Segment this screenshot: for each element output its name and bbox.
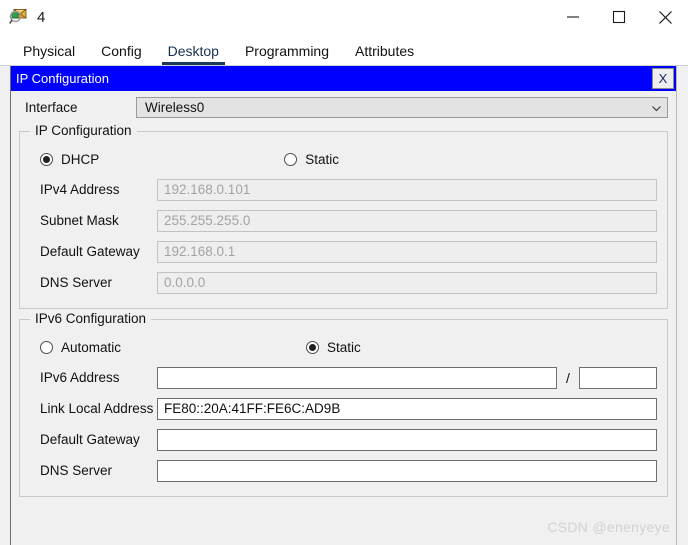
ipv4-address-input[interactable] bbox=[157, 178, 657, 201]
interface-selected-value: Wireless0 bbox=[145, 99, 205, 115]
tabstrip-container: Physical Config Desktop Programming Attr… bbox=[0, 34, 688, 65]
ipv4-static-option[interactable]: Static bbox=[284, 152, 339, 167]
packet-tracer-device-window: 4 Physical Config Desktop Programming At… bbox=[0, 0, 688, 545]
ip-configuration-body: Interface Wireless0 IP Configuration DHC… bbox=[11, 91, 676, 545]
ipv6-gateway-input[interactable] bbox=[157, 428, 657, 451]
desktop-content-area: IP Configuration X Interface Wireless0 I… bbox=[0, 65, 688, 545]
ipv4-subnet-input[interactable] bbox=[157, 209, 657, 232]
window-controls bbox=[550, 0, 688, 34]
ipv4-gateway-input[interactable] bbox=[157, 240, 657, 263]
ipv6-automatic-radio[interactable] bbox=[40, 340, 53, 354]
ipv6-static-radio[interactable] bbox=[306, 340, 320, 354]
chevron-down-icon bbox=[651, 102, 662, 113]
ipv4-dns-row: DNS Server bbox=[30, 267, 657, 298]
ipv6-static-label: Static bbox=[327, 339, 361, 355]
ipv6-address-group: / bbox=[157, 366, 657, 389]
watermark-text: CSDN @enenyeye bbox=[547, 519, 670, 535]
ip-configuration-title: IP Configuration bbox=[16, 71, 109, 86]
ipv4-gateway-row: Default Gateway bbox=[30, 236, 657, 267]
ipv6-configuration-group: IPv6 Configuration Automatic Static IPv6… bbox=[19, 312, 668, 497]
ipv4-address-row: IPv4 Address bbox=[30, 174, 657, 205]
ipv6-link-local-label: Link Local Address bbox=[40, 401, 154, 416]
tab-attributes[interactable]: Attributes bbox=[342, 43, 427, 65]
ipv6-mode-row: Automatic Static bbox=[30, 332, 657, 362]
ipv4-dns-input[interactable] bbox=[157, 271, 657, 294]
close-icon bbox=[658, 10, 672, 24]
ipv6-dns-row: DNS Server bbox=[30, 455, 657, 486]
ipv4-subnet-label: Subnet Mask bbox=[40, 213, 119, 228]
window-titlebar: 4 bbox=[0, 0, 688, 34]
window-title-group: 4 bbox=[0, 7, 45, 27]
ipv6-link-local-row: Link Local Address bbox=[30, 393, 657, 424]
tab-physical[interactable]: Physical bbox=[10, 43, 88, 65]
ipv4-group-legend: IP Configuration bbox=[30, 124, 137, 138]
ipv6-automatic-label: Automatic bbox=[61, 339, 122, 355]
interface-select[interactable]: Wireless0 bbox=[136, 96, 668, 118]
ip-configuration-titlebar: IP Configuration X bbox=[11, 66, 676, 91]
ipv6-dns-label: DNS Server bbox=[40, 463, 113, 478]
interface-row: Interface Wireless0 bbox=[19, 93, 668, 121]
ipv4-mode-row: DHCP Static bbox=[30, 144, 657, 174]
ipv6-automatic-option[interactable]: Automatic bbox=[40, 340, 121, 355]
ipv4-dhcp-radio[interactable] bbox=[40, 152, 53, 166]
ip-configuration-panel: IP Configuration X Interface Wireless0 I… bbox=[11, 66, 676, 545]
maximize-button[interactable] bbox=[596, 0, 642, 34]
ip-configuration-close-button[interactable]: X bbox=[652, 68, 674, 89]
ipv6-dns-input[interactable] bbox=[157, 459, 657, 482]
ipv6-prefix-separator: / bbox=[566, 369, 570, 386]
tabstrip: Physical Config Desktop Programming Attr… bbox=[10, 34, 678, 65]
ipv6-address-label: IPv6 Address bbox=[40, 370, 120, 385]
close-button[interactable] bbox=[642, 0, 688, 34]
minimize-icon bbox=[567, 16, 579, 18]
ipv6-group-legend: IPv6 Configuration bbox=[30, 312, 152, 326]
ipv4-static-label: Static bbox=[305, 151, 340, 167]
ipv4-dhcp-label: DHCP bbox=[61, 151, 100, 167]
tab-programming[interactable]: Programming bbox=[232, 43, 342, 65]
window-title-text: 4 bbox=[37, 8, 46, 26]
content-left-rail bbox=[0, 66, 11, 545]
ipv4-configuration-group: IP Configuration DHCP Static IPv4 Addres… bbox=[19, 124, 668, 309]
inspect-magnifier-icon bbox=[9, 7, 29, 27]
ipv6-address-row: IPv6 Address / bbox=[30, 362, 657, 393]
ipv6-link-local-input[interactable] bbox=[157, 397, 657, 420]
ipv4-static-radio[interactable] bbox=[284, 152, 298, 166]
tab-desktop[interactable]: Desktop bbox=[155, 43, 232, 65]
ipv4-gateway-label: Default Gateway bbox=[40, 244, 140, 259]
ipv6-gateway-label: Default Gateway bbox=[40, 432, 140, 447]
minimize-button[interactable] bbox=[550, 0, 596, 34]
ipv6-prefix-input[interactable] bbox=[579, 366, 657, 389]
ipv6-address-input[interactable] bbox=[157, 366, 557, 389]
ipv6-gateway-row: Default Gateway bbox=[30, 424, 657, 455]
tab-config[interactable]: Config bbox=[88, 43, 154, 65]
ipv4-address-label: IPv4 Address bbox=[40, 182, 120, 197]
ipv4-dhcp-option[interactable]: DHCP bbox=[40, 152, 99, 167]
ipv4-dns-label: DNS Server bbox=[40, 275, 113, 290]
ipv6-static-option[interactable]: Static bbox=[306, 340, 361, 355]
maximize-icon bbox=[612, 10, 626, 24]
interface-label: Interface bbox=[25, 99, 78, 115]
ipv4-subnet-row: Subnet Mask bbox=[30, 205, 657, 236]
content-right-rail bbox=[676, 66, 688, 545]
